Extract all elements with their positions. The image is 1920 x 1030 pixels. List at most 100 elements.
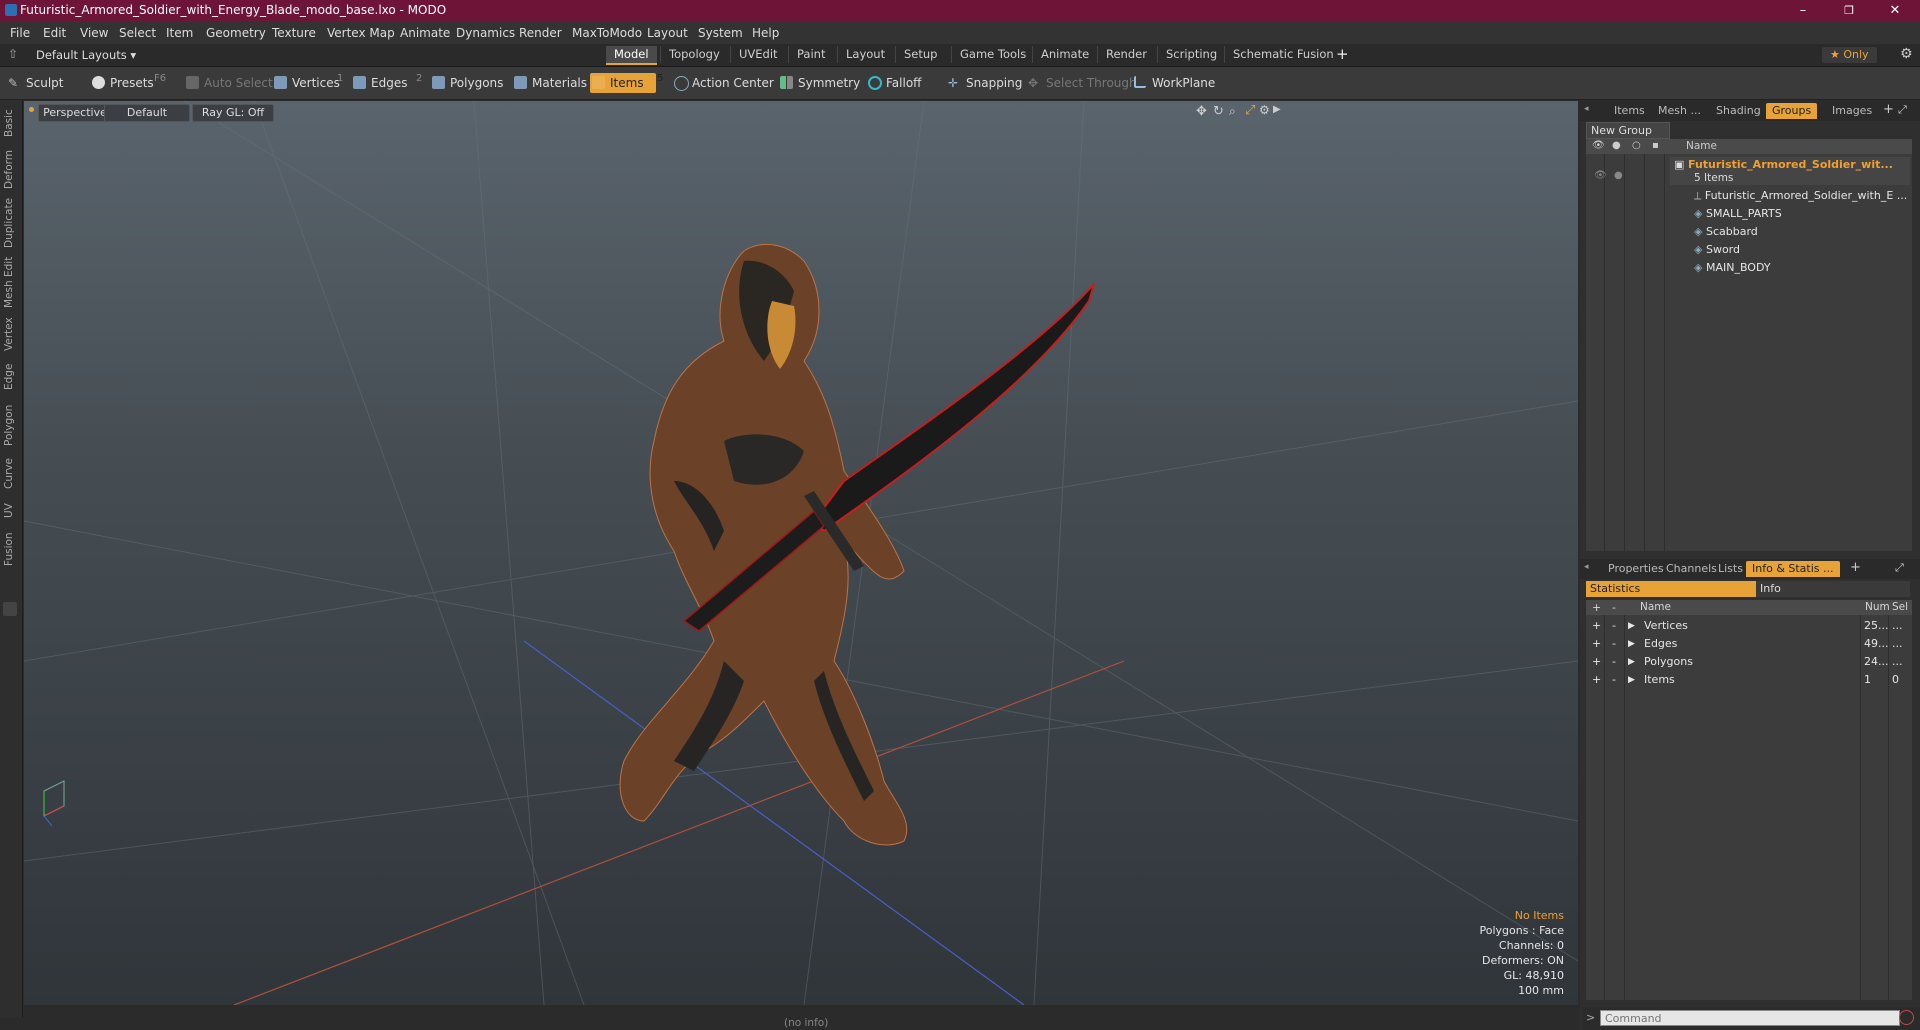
vtab-duplicate[interactable]: Duplicate — [3, 196, 19, 250]
tab-model[interactable]: Model — [606, 46, 657, 65]
fit-view-icon[interactable]: ⤢ — [1245, 103, 1255, 118]
expand-icon[interactable]: + — [1592, 673, 1601, 686]
stat-row-vertices[interactable]: + - ▶ Vertices 25... ... — [1586, 617, 1906, 635]
vtab-polygon[interactable]: Polygon — [3, 400, 19, 450]
edges-button[interactable]: Edges — [351, 73, 407, 93]
gear-icon[interactable]: ⚙ — [1900, 46, 1913, 62]
collapse-icon[interactable]: - — [1612, 637, 1616, 650]
view-type-dropdown[interactable]: Perspective — [38, 104, 112, 122]
shading-dropdown[interactable]: Default — [104, 104, 190, 122]
stat-row-edges[interactable]: + - ▶ Edges 49... ... — [1586, 635, 1906, 653]
lock-column-icon[interactable]: ○ — [1632, 140, 1641, 151]
disclosure-icon[interactable]: ▶ — [1628, 621, 1635, 631]
tab-setup[interactable]: Setup — [895, 46, 945, 63]
select-through-button[interactable]: ✥ Select Through — [1026, 73, 1137, 93]
minimize-button[interactable]: – — [1780, 0, 1826, 22]
tab-animate[interactable]: Animate — [1032, 46, 1097, 63]
vtab-deform[interactable]: Deform — [3, 146, 19, 192]
rotate-view-icon[interactable]: ↻ — [1213, 104, 1224, 119]
viewport-settings-icon[interactable]: ⚙ — [1259, 103, 1270, 117]
command-input[interactable] — [1600, 1010, 1900, 1026]
sculpt-button[interactable]: ✎ Sculpt — [6, 73, 63, 93]
disclosure-icon[interactable]: ▶ — [1628, 675, 1635, 685]
info-subtab[interactable]: Info — [1756, 581, 1910, 597]
vtab-vertex[interactable]: Vertex — [3, 314, 19, 354]
panel-menu-icon[interactable]: ◂ — [1584, 104, 1589, 114]
snapping-button[interactable]: ✛ Snapping — [946, 73, 1022, 93]
tab-shading[interactable]: Shading — [1710, 103, 1767, 119]
command-history-icon[interactable] — [1899, 1010, 1914, 1025]
close-button[interactable]: ✕ — [1872, 0, 1918, 22]
tab-groups[interactable]: Groups — [1766, 103, 1818, 119]
viewport-expand-icon[interactable]: ▶ — [1273, 104, 1281, 115]
group-child-main-body[interactable]: ◈ MAIN_BODY — [1694, 261, 1771, 274]
menu-system[interactable]: System — [698, 26, 743, 40]
tab-render[interactable]: Render — [1097, 46, 1155, 63]
collapse-icon[interactable]: - — [1612, 619, 1616, 632]
vtab-fusion[interactable]: Fusion — [3, 528, 19, 570]
menu-edit[interactable]: Edit — [43, 26, 66, 40]
menu-item[interactable]: Item — [166, 26, 193, 40]
collapse-all-header[interactable]: - — [1612, 601, 1616, 614]
zoom-view-icon[interactable]: ⌕ — [1229, 104, 1236, 119]
tab-game-tools[interactable]: Game Tools — [951, 46, 1034, 63]
expand-panel-icon[interactable]: ⤢ — [1898, 103, 1907, 117]
tab-mesh[interactable]: Mesh ... — [1652, 103, 1707, 119]
menu-view[interactable]: View — [80, 26, 108, 40]
expand-panel-icon[interactable]: ⤢ — [1895, 561, 1904, 575]
menu-vertex-map[interactable]: Vertex Map — [327, 26, 395, 40]
polygons-button[interactable]: Polygons — [430, 73, 503, 93]
raygl-toggle[interactable]: Ray GL: Off — [192, 104, 274, 122]
default-layouts-dropdown[interactable]: Default Layouts ▾ — [36, 48, 136, 62]
action-center-button[interactable]: Action Center — [672, 73, 774, 93]
root-visibility-icon[interactable]: 👁 — [1594, 170, 1607, 181]
move-view-icon[interactable]: ✥ — [1196, 104, 1207, 119]
tab-topology[interactable]: Topology — [660, 46, 728, 63]
group-child-sword[interactable]: ◈ Sword — [1694, 243, 1740, 256]
menu-help[interactable]: Help — [752, 26, 779, 40]
vtab-uv[interactable]: UV — [3, 498, 19, 524]
expand-all-header[interactable]: + — [1592, 601, 1601, 614]
materials-button[interactable]: Materials — [512, 73, 587, 93]
group-child-small-parts[interactable]: ◈ SMALL_PARTS — [1694, 207, 1782, 220]
group-child-mesh-item[interactable]: ⟂ Futuristic_Armored_Soldier_with_E ... — [1694, 189, 1907, 203]
add-layout-tab-button[interactable]: + — [1336, 45, 1349, 63]
group-root-row[interactable]: ▣ Futuristic_Armored_Soldier_wit... 5 It… — [1670, 157, 1910, 185]
menu-file[interactable]: File — [10, 26, 30, 40]
layout-icon[interactable]: ⇧ — [8, 47, 18, 61]
maximize-button[interactable]: ❐ — [1826, 0, 1872, 22]
menu-maxtomodo[interactable]: MaxToModo — [572, 26, 642, 40]
vertices-button[interactable]: Vertices — [272, 73, 340, 93]
only-toggle[interactable]: ★ Only — [1822, 47, 1877, 63]
group-child-scabbard[interactable]: ◈ Scabbard — [1694, 225, 1758, 238]
menu-render[interactable]: Render — [519, 26, 562, 40]
falloff-button[interactable]: Falloff — [866, 73, 921, 93]
expand-icon[interactable]: + — [1592, 655, 1601, 668]
left-panel-toggle[interactable] — [3, 602, 17, 616]
tab-schematic-fusion[interactable]: Schematic Fusion — [1224, 46, 1342, 63]
tab-uvedit[interactable]: UVEdit — [730, 46, 786, 63]
collapse-icon[interactable]: - — [1612, 673, 1616, 686]
tab-layout[interactable]: Layout — [837, 46, 893, 63]
tab-images[interactable]: Images — [1826, 103, 1878, 119]
tab-lists[interactable]: Lists — [1712, 561, 1749, 577]
presets-button[interactable]: Presets — [90, 73, 154, 93]
add-tab-button[interactable]: + — [1883, 102, 1894, 117]
menu-select[interactable]: Select — [119, 26, 156, 40]
workplane-button[interactable]: WorkPlane — [1132, 73, 1215, 93]
auto-select-button[interactable]: Auto Select — [184, 73, 273, 93]
expand-icon[interactable]: + — [1592, 619, 1601, 632]
statistics-subtab[interactable]: Statistics — [1586, 581, 1756, 597]
menu-layout[interactable]: Layout — [647, 26, 688, 40]
tab-items[interactable]: Items — [1608, 103, 1651, 119]
render-column-icon[interactable]: ● — [1612, 140, 1621, 151]
menu-geometry[interactable]: Geometry — [206, 26, 266, 40]
disclosure-icon[interactable]: ▶ — [1628, 657, 1635, 667]
select-column-icon[interactable]: ▪ — [1652, 140, 1659, 151]
stat-row-polygons[interactable]: + - ▶ Polygons 24... ... — [1586, 653, 1906, 671]
collapse-icon[interactable]: - — [1612, 655, 1616, 668]
root-render-icon[interactable]: ● — [1614, 170, 1623, 181]
menu-animate[interactable]: Animate — [400, 26, 450, 40]
symmetry-button[interactable]: Symmetry — [778, 73, 860, 93]
panel-menu-icon[interactable]: ◂ — [1584, 562, 1589, 572]
